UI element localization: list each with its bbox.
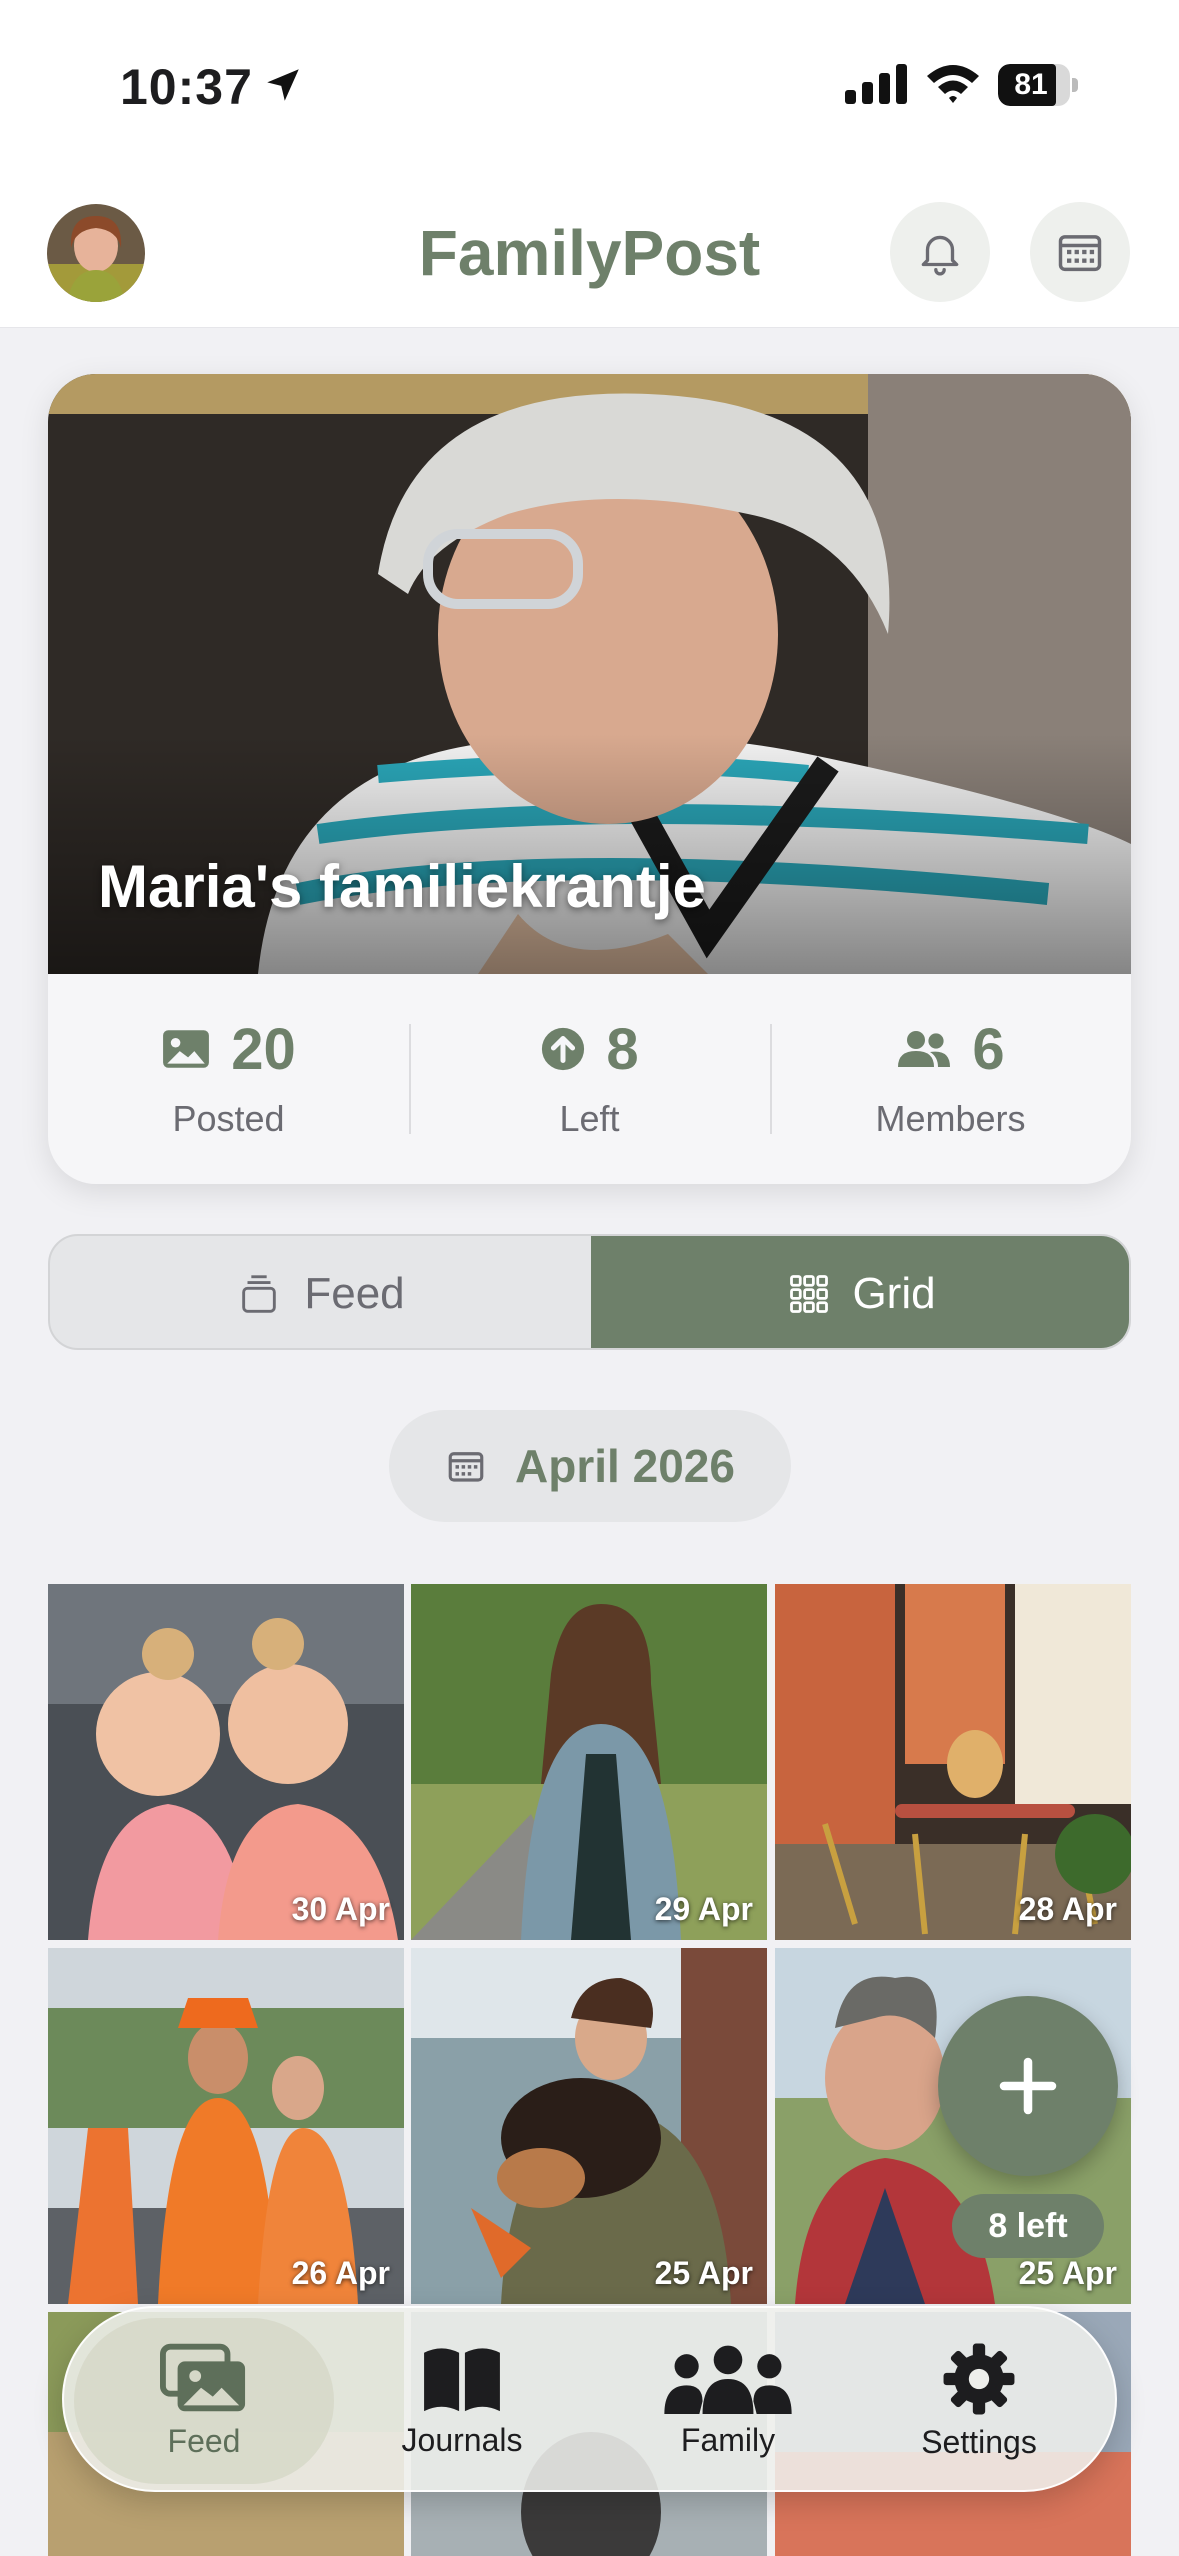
photo-date: 25 Apr xyxy=(1018,2255,1117,2291)
photo-tile[interactable]: 29 Apr xyxy=(411,1584,767,1940)
photo-thumbnail xyxy=(48,1584,404,1940)
photo-icon xyxy=(163,1030,210,1068)
stat-posted-label: Posted xyxy=(172,1098,285,1139)
tab-feed-label: Feed xyxy=(167,2422,241,2459)
photo-thumbnail xyxy=(775,1584,1131,1940)
wifi-icon xyxy=(927,65,979,103)
stat-posted: 20 Posted xyxy=(48,1014,409,1140)
feed-view-tab[interactable]: Feed xyxy=(50,1236,591,1348)
cellular-signal-icon xyxy=(845,64,907,104)
photo-date: 25 Apr xyxy=(654,2255,753,2291)
add-post-button[interactable] xyxy=(938,1996,1118,2176)
family-icon xyxy=(664,2345,792,2414)
grid-view-label: Grid xyxy=(852,1269,936,1318)
calendar-button[interactable] xyxy=(1030,202,1130,302)
photo-tile[interactable]: 30 Apr xyxy=(48,1584,404,1940)
upload-arrow-icon xyxy=(542,1027,585,1071)
stat-posted-value: 20 xyxy=(231,1016,296,1082)
book-icon xyxy=(424,2347,500,2411)
tab-family[interactable]: Family xyxy=(598,2318,858,2484)
bell-icon xyxy=(921,235,959,276)
stat-left-label: Left xyxy=(559,1098,620,1139)
notifications-button[interactable] xyxy=(890,202,990,302)
tab-journals[interactable]: Journals xyxy=(332,2318,592,2484)
calendar-icon xyxy=(448,1452,484,1482)
plus-icon xyxy=(999,2057,1057,2115)
photo-thumbnail xyxy=(411,1584,767,1940)
photo-thumbnail xyxy=(411,1948,767,2304)
stat-members: 6 Members xyxy=(770,1014,1131,1140)
tab-settings[interactable]: Settings xyxy=(849,2318,1109,2484)
grid-view-tab[interactable]: Grid xyxy=(591,1236,1129,1348)
photo-tile[interactable]: 28 Apr xyxy=(775,1584,1131,1940)
stat-left: 8 Left xyxy=(409,1014,770,1140)
status-bar: 10:37 81 xyxy=(0,0,1179,170)
view-toggle: Feed Grid xyxy=(48,1234,1131,1350)
tab-settings-label: Settings xyxy=(921,2423,1037,2460)
photo-date: 29 Apr xyxy=(654,1891,753,1927)
tab-feed[interactable]: Feed xyxy=(74,2318,334,2484)
stat-members-value: 6 xyxy=(972,1016,1005,1082)
photo-date: 26 Apr xyxy=(291,2255,390,2291)
battery-indicator: 81 xyxy=(998,64,1078,106)
feed-view-label: Feed xyxy=(304,1269,405,1318)
stack-icon xyxy=(242,1275,277,1313)
people-icon xyxy=(898,1031,951,1067)
calendar-icon xyxy=(1058,235,1102,272)
tab-family-label: Family xyxy=(680,2421,776,2458)
stat-members-label: Members xyxy=(875,1098,1026,1139)
month-label: April 2026 xyxy=(515,1440,735,1492)
photo-tile[interactable]: 25 Apr xyxy=(411,1948,767,2304)
photo-tile[interactable]: 26 Apr xyxy=(48,1948,404,2304)
battery-level: 81 xyxy=(1014,68,1048,101)
app-header: FamilyPost xyxy=(0,170,1179,328)
family-journal-card[interactable]: Maria's familiekrantje 20 Posted 8 Left xyxy=(48,374,1131,1184)
status-time: 10:37 xyxy=(120,59,253,115)
photo-date: 28 Apr xyxy=(1018,1891,1117,1927)
location-arrow-icon xyxy=(267,69,299,101)
grid-icon xyxy=(790,1275,829,1313)
journal-title: Maria's familiekrantje xyxy=(98,853,706,920)
photos-icon xyxy=(160,2343,246,2411)
gear-icon xyxy=(943,2343,1015,2414)
tab-journals-label: Journals xyxy=(401,2421,523,2458)
stat-left-value: 8 xyxy=(606,1016,639,1082)
photo-date: 30 Apr xyxy=(291,1891,390,1927)
app-title: FamilyPost xyxy=(418,217,761,289)
tab-bar: Feed Journals Family Settings xyxy=(62,2306,1117,2492)
photo-thumbnail xyxy=(48,1948,404,2304)
month-selector[interactable]: April 2026 xyxy=(389,1410,791,1522)
posts-left-badge: 8 left xyxy=(952,2194,1104,2258)
